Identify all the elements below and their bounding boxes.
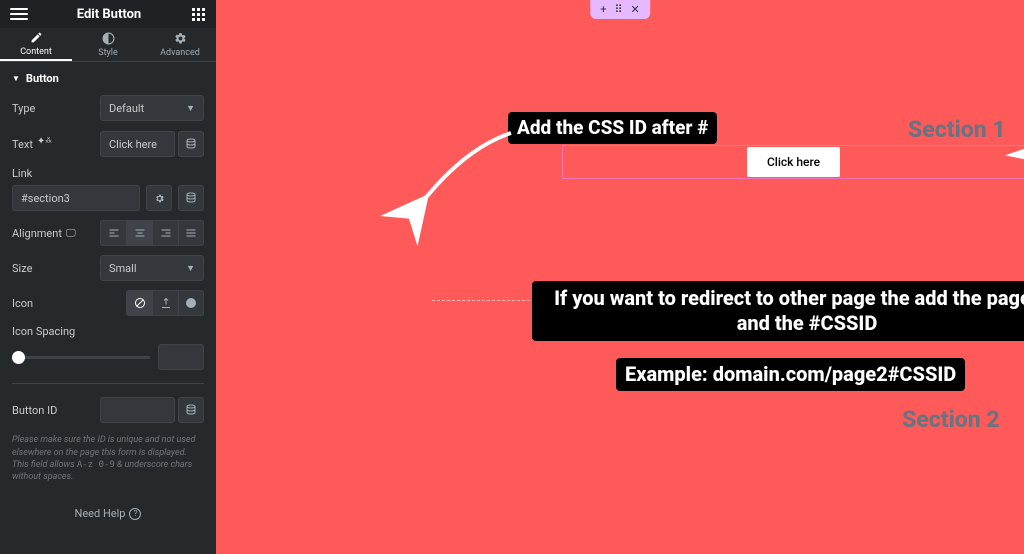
label-icon-spacing: Icon Spacing xyxy=(12,325,204,338)
align-left-icon xyxy=(108,227,120,239)
align-right-icon xyxy=(160,227,172,239)
pencil-icon xyxy=(30,31,43,44)
icon-spacing-value-input[interactable] xyxy=(158,344,204,370)
tab-style[interactable]: Style xyxy=(72,28,144,61)
link-options-button[interactable] xyxy=(146,185,172,211)
tab-style-label: Style xyxy=(98,48,118,58)
tab-advanced[interactable]: Advanced xyxy=(144,28,216,61)
controls: Type Default ▼ Text ✦࿏ xyxy=(0,95,216,493)
icon-upload-button[interactable] xyxy=(152,290,178,316)
upload-icon xyxy=(160,297,172,309)
annotation-arrow-1 xyxy=(416,128,516,208)
help-icon: ? xyxy=(129,508,141,520)
gear-icon xyxy=(154,193,165,204)
icon-none-button[interactable] xyxy=(126,290,152,316)
button-widget-frame[interactable]: Click here xyxy=(562,145,1024,179)
panel-header: Edit Button xyxy=(0,0,216,28)
label-icon: Icon xyxy=(12,297,94,310)
label-button-id: Button ID xyxy=(12,404,94,417)
need-help-label: Need Help xyxy=(75,507,126,520)
icon-spacing-slider[interactable] xyxy=(12,356,150,359)
menu-icon[interactable] xyxy=(10,5,28,23)
chevron-down-icon: ▼ xyxy=(186,103,195,114)
panel-title: Edit Button xyxy=(28,7,190,22)
row-text: Text ✦࿏ xyxy=(12,130,204,158)
row-button-id: Button ID xyxy=(12,397,204,423)
apps-icon[interactable] xyxy=(190,6,206,22)
link-dynamic-button[interactable] xyxy=(178,185,204,211)
divider xyxy=(12,383,204,384)
row-icon: Icon xyxy=(12,290,204,316)
section-toggle-button[interactable]: ▼ Button xyxy=(0,62,216,95)
align-left-button[interactable] xyxy=(100,220,126,246)
link-input[interactable] xyxy=(12,185,140,211)
responsive-icon[interactable]: 🖵 xyxy=(66,228,76,239)
circle-icon xyxy=(186,298,196,308)
icon-library-button[interactable] xyxy=(178,290,204,316)
database-icon xyxy=(185,404,197,416)
align-right-button[interactable] xyxy=(152,220,178,246)
label-text: Text ✦࿏ xyxy=(12,130,94,158)
size-value: Small xyxy=(109,262,137,275)
tab-content-label: Content xyxy=(20,47,52,57)
row-link: Link xyxy=(12,167,204,211)
section-1-heading: Section 1 xyxy=(908,116,1006,143)
click-here-button[interactable]: Click here xyxy=(747,147,840,177)
drag-section-icon[interactable]: ⠿ xyxy=(614,3,622,16)
panel-footer[interactable]: Need Help ? xyxy=(0,493,216,554)
slider-thumb[interactable] xyxy=(12,351,25,364)
ban-icon xyxy=(134,297,146,309)
label-size: Size xyxy=(12,262,94,275)
label-alignment: Alignment 🖵 xyxy=(12,227,94,240)
database-icon xyxy=(185,138,197,150)
type-value: Default xyxy=(109,102,144,115)
align-center-button[interactable] xyxy=(126,220,152,246)
align-justify-button[interactable] xyxy=(178,220,204,246)
tab-advanced-label: Advanced xyxy=(160,48,200,58)
caret-down-icon: ▼ xyxy=(12,74,20,83)
annotation-example: Example: domain.com/page2#CSSID xyxy=(616,358,965,391)
section-title: Button xyxy=(26,72,59,85)
chevron-down-icon: ▼ xyxy=(186,263,195,274)
annotation-css-id: Add the CSS ID after # xyxy=(508,112,717,144)
preview-canvas: + ⠿ ✕ Section 1 Click here Section 2 Add… xyxy=(216,0,1024,554)
button-id-dynamic-button[interactable] xyxy=(178,397,204,423)
annotation-redirect: If you want to redirect to other page th… xyxy=(532,281,1024,341)
row-icon-spacing: Icon Spacing xyxy=(12,325,204,370)
database-icon xyxy=(185,192,197,204)
button-id-hint: Please make sure the ID is unique and no… xyxy=(12,432,204,483)
add-section-button[interactable]: + xyxy=(600,3,606,16)
ai-sparkle-icon[interactable]: ✦࿏ xyxy=(37,130,52,158)
tab-content[interactable]: Content xyxy=(0,28,72,61)
type-select[interactable]: Default ▼ xyxy=(100,95,204,121)
text-input[interactable] xyxy=(100,131,175,157)
align-center-icon xyxy=(134,227,146,239)
dynamic-tags-button[interactable] xyxy=(178,131,204,157)
row-size: Size Small ▼ xyxy=(12,255,204,281)
button-id-input[interactable] xyxy=(100,397,175,423)
section-handle: + ⠿ ✕ xyxy=(590,0,650,19)
label-type: Type xyxy=(12,102,94,115)
close-section-button[interactable]: ✕ xyxy=(631,3,640,16)
row-type: Type Default ▼ xyxy=(12,95,204,121)
size-select[interactable]: Small ▼ xyxy=(100,255,204,281)
section-2-heading: Section 2 xyxy=(902,406,1000,433)
editor-panel: Edit Button Content Style Advanced ▼ But… xyxy=(0,0,216,554)
contrast-icon xyxy=(102,32,115,45)
panel-tabs: Content Style Advanced xyxy=(0,28,216,62)
gear-icon xyxy=(174,32,187,45)
row-alignment: Alignment 🖵 xyxy=(12,220,204,246)
align-justify-icon xyxy=(185,227,197,239)
label-link: Link xyxy=(12,167,94,180)
